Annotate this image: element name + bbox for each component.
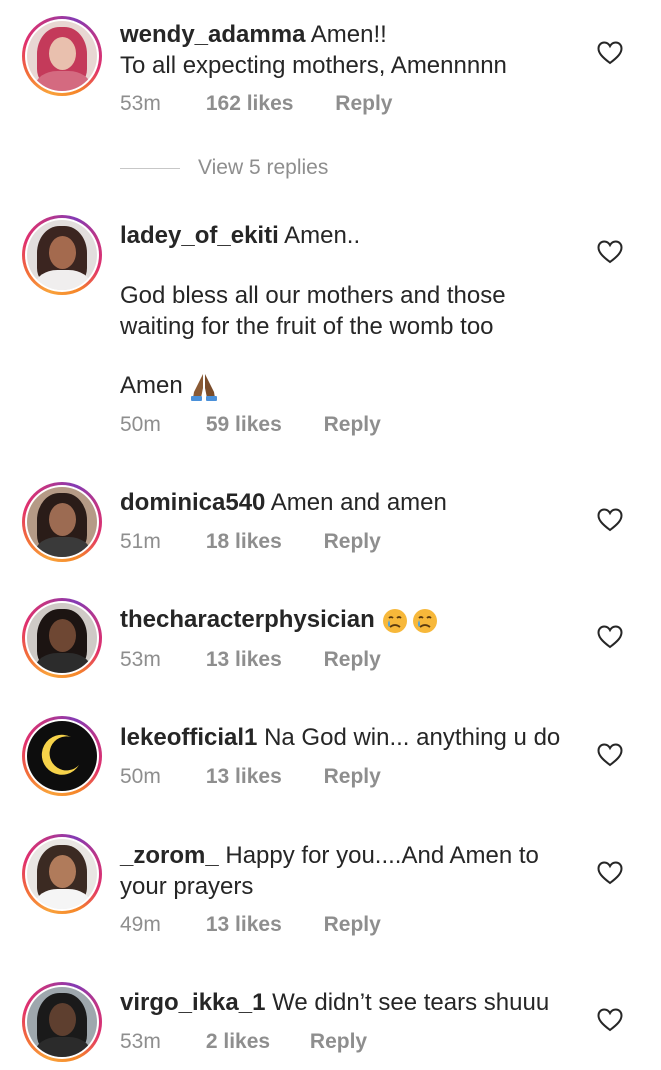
likes-count[interactable]: 59 likes — [206, 413, 282, 437]
username[interactable]: thecharacterphysician — [120, 606, 375, 633]
view-replies-button[interactable]: View 5 replies — [120, 152, 328, 184]
likes-count[interactable]: 18 likes — [206, 530, 282, 554]
heart-outline-icon[interactable] — [597, 508, 623, 532]
comment-body: Na God win... anything u do — [264, 724, 561, 751]
comment-body: Amen!! — [310, 21, 387, 48]
username[interactable]: virgo_ikka_1 — [120, 989, 265, 1016]
avatar[interactable] — [22, 834, 102, 914]
comment-text: ladey_of_ekiti Amen.. — [120, 220, 590, 251]
comment-body-line: To all expecting mothers, Amennnnn — [120, 52, 507, 79]
timestamp: 53m — [120, 648, 161, 671]
comment-body-line: waiting for the fruit of the womb too — [120, 313, 494, 340]
comment-text-continued: Amen — [120, 370, 590, 402]
comment-meta: 51m 18 likes Reply — [120, 530, 381, 554]
crying-face-icon — [383, 608, 438, 633]
comment-text: _zorom_ Happy for you....And Amen to you… — [120, 840, 590, 902]
comment-meta: 50m 59 likes Reply — [120, 413, 381, 437]
heart-outline-icon[interactable] — [597, 861, 623, 885]
likes-count[interactable]: 13 likes — [206, 913, 282, 937]
comment-text-continued: God bless all our mothers and those wait… — [120, 280, 590, 342]
replies-divider — [120, 167, 180, 169]
reply-button[interactable]: Reply — [324, 530, 381, 554]
timestamp: 51m — [120, 530, 161, 553]
moon-icon — [41, 734, 79, 775]
comment-meta: 53m 13 likes Reply — [120, 648, 381, 672]
likes-count[interactable]: 13 likes — [206, 765, 282, 789]
likes-count[interactable]: 13 likes — [206, 648, 282, 672]
comment-body: We didn’t see tears shuuu — [272, 989, 550, 1016]
comment-body: Amen.. — [284, 222, 361, 249]
avatar[interactable] — [22, 215, 102, 295]
heart-outline-icon[interactable] — [597, 240, 623, 264]
comment-body: Happy for you....And Amen to — [225, 842, 539, 869]
comment-body-line: Amen — [120, 372, 183, 399]
timestamp: 53m — [120, 92, 161, 115]
likes-count[interactable]: 162 likes — [206, 92, 294, 116]
reply-button[interactable]: Reply — [310, 1030, 367, 1054]
comment-meta: 50m 13 likes Reply — [120, 765, 381, 789]
comment-meta: 53m 162 likes Reply — [120, 92, 392, 116]
heart-outline-icon[interactable] — [597, 625, 623, 649]
avatar[interactable] — [22, 716, 102, 796]
avatar[interactable] — [22, 598, 102, 678]
comment-text: virgo_ikka_1 We didn’t see tears shuuu — [120, 987, 590, 1018]
comment-text: lekeofficial1 Na God win... anything u d… — [120, 722, 590, 753]
username[interactable]: dominica540 — [120, 489, 265, 516]
reply-button[interactable]: Reply — [335, 92, 392, 116]
likes-count[interactable]: 2 likes — [206, 1030, 270, 1054]
comment-text: thecharacterphysician — [120, 604, 590, 635]
comment-body-line: your prayers — [120, 873, 254, 900]
view-replies-label: View 5 replies — [198, 156, 329, 179]
comment-body-line: God bless all our mothers and those — [120, 282, 506, 309]
folded-hands-icon — [191, 373, 218, 401]
heart-outline-icon[interactable] — [597, 743, 623, 767]
heart-outline-icon[interactable] — [597, 1008, 623, 1032]
reply-button[interactable]: Reply — [324, 648, 381, 672]
comment-meta: 53m 2 likes Reply — [120, 1030, 367, 1054]
reply-button[interactable]: Reply — [324, 413, 381, 437]
timestamp: 53m — [120, 1030, 161, 1053]
heart-outline-icon[interactable] — [597, 41, 623, 65]
comment-text: dominica540 Amen and amen — [120, 487, 590, 518]
avatar[interactable] — [22, 482, 102, 562]
timestamp: 49m — [120, 913, 161, 936]
timestamp: 50m — [120, 413, 161, 436]
reply-button[interactable]: Reply — [324, 913, 381, 937]
username[interactable]: ladey_of_ekiti — [120, 222, 279, 249]
username[interactable]: wendy_adamma — [120, 21, 305, 48]
username[interactable]: _zorom_ — [120, 842, 219, 869]
avatar[interactable] — [22, 16, 102, 96]
timestamp: 50m — [120, 765, 161, 788]
comment-meta: 49m 13 likes Reply — [120, 913, 381, 937]
username[interactable]: lekeofficial1 — [120, 724, 257, 751]
avatar[interactable] — [22, 982, 102, 1062]
reply-button[interactable]: Reply — [324, 765, 381, 789]
comment-text: wendy_adamma Amen!! To all expecting mot… — [120, 19, 590, 81]
comment-body: Amen and amen — [270, 489, 447, 516]
